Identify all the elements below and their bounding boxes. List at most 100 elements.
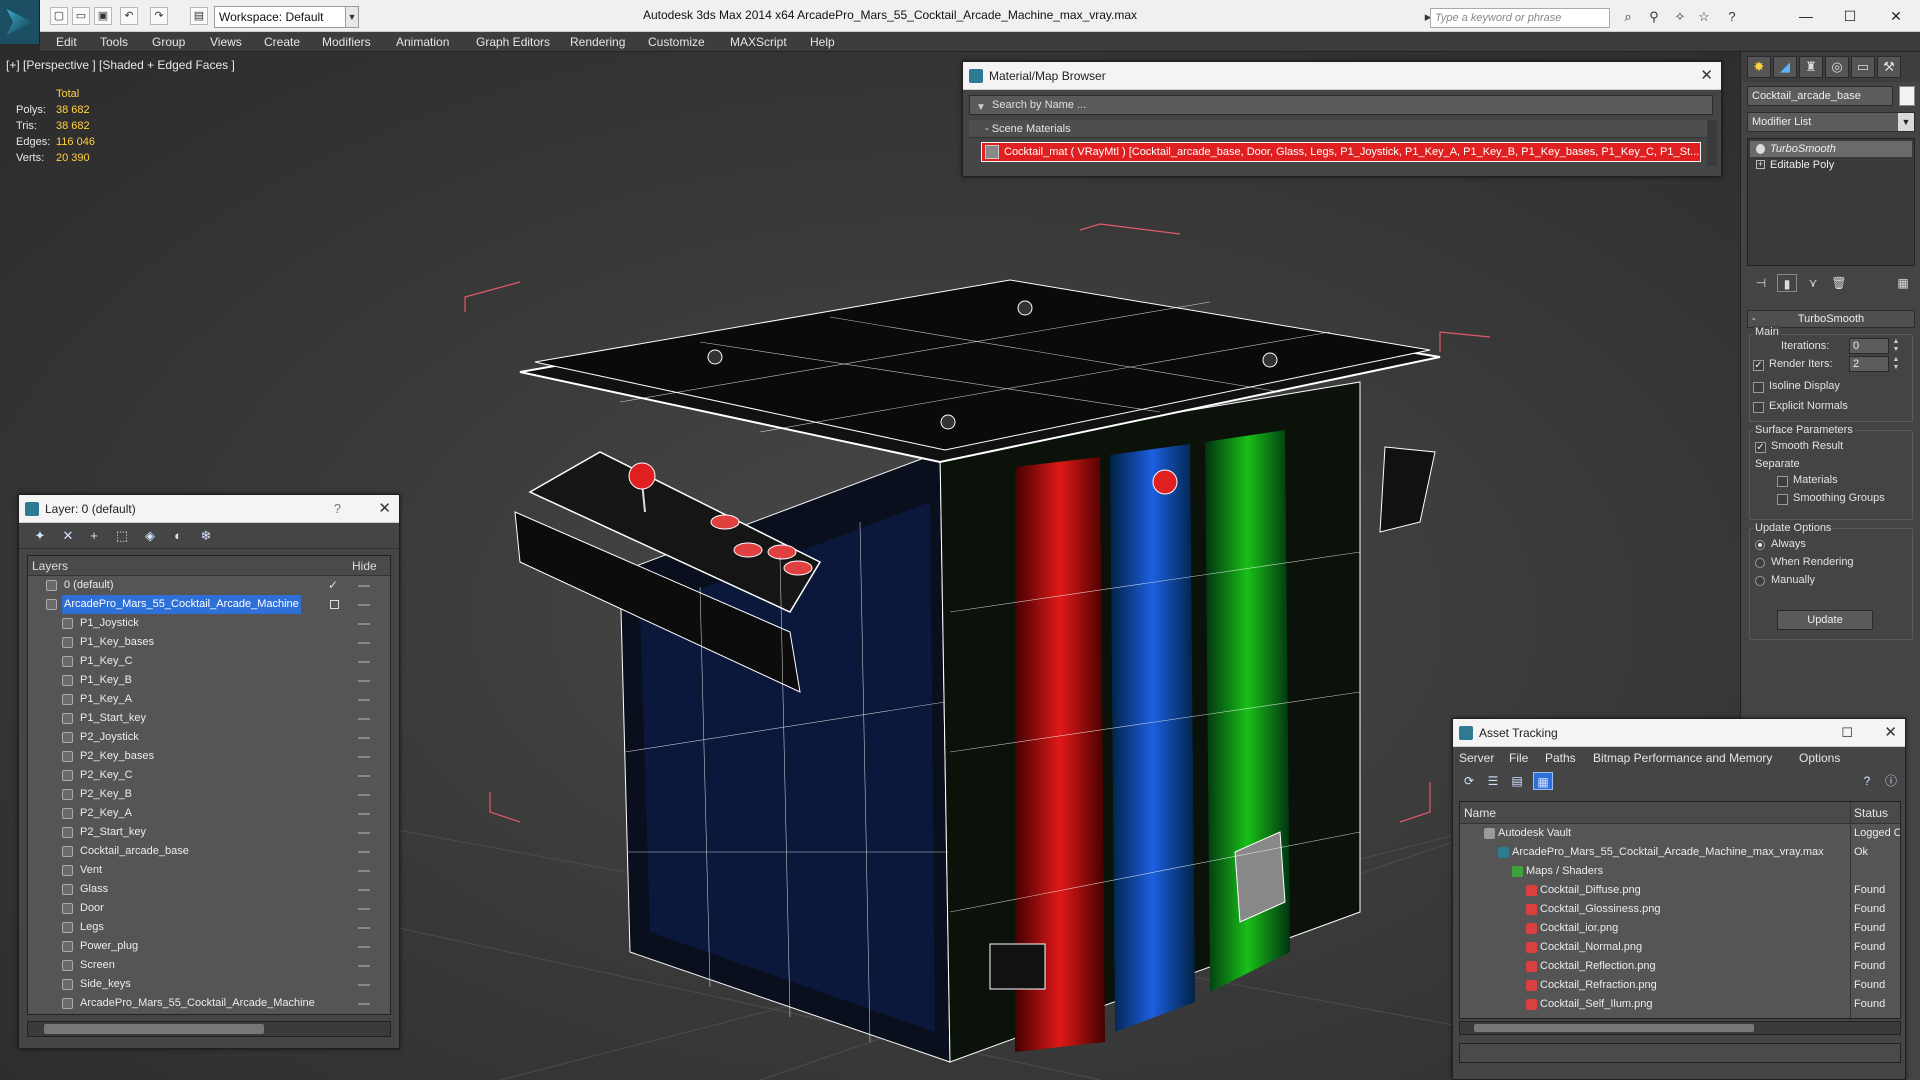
layer-row[interactable]: Glass [28, 880, 390, 899]
col-hide[interactable]: Hide [352, 559, 377, 573]
project-folder-icon[interactable]: ▤ [190, 7, 208, 25]
favorites-icon[interactable]: ☆ [1696, 9, 1712, 25]
col-layers[interactable]: Layers [32, 559, 68, 573]
maximize-icon[interactable]: ☐ [1828, 4, 1872, 28]
layer-row[interactable]: P2_Key_bases [28, 747, 390, 766]
asset-menu-server[interactable]: Server [1459, 751, 1494, 765]
layer-row[interactable]: Vent [28, 861, 390, 880]
material-browser-titlebar[interactable]: Material/Map Browser ✕ [963, 62, 1721, 90]
search-input[interactable]: Type a keyword or phrase [1430, 8, 1610, 28]
save-icon[interactable]: ▣ [94, 7, 112, 25]
hide-toggle[interactable] [358, 946, 370, 948]
close-icon[interactable]: ✕ [1874, 4, 1918, 28]
hide-toggle[interactable] [358, 775, 370, 777]
triangle-down-icon[interactable]: ▼ [976, 99, 986, 117]
layer-row[interactable]: P1_Key_A [28, 690, 390, 709]
layer-row[interactable]: P2_Key_C [28, 766, 390, 785]
binoculars-icon[interactable]: ⌕ [1620, 9, 1636, 25]
refresh-icon[interactable]: ⟳ [1459, 772, 1479, 790]
app-logo[interactable] [0, 0, 40, 44]
menu-views[interactable]: Views [210, 35, 242, 49]
col-name[interactable]: Name [1464, 806, 1496, 820]
asset-row[interactable]: Maps / Shaders [1460, 862, 1900, 881]
layer-titlebar[interactable]: Layer: 0 (default) ? ✕ [19, 495, 399, 523]
layer-row[interactable]: P1_Start_key [28, 709, 390, 728]
layer-row[interactable]: P1_Key_bases [28, 633, 390, 652]
spinner-arrows-icon[interactable]: ▲ ▼ [1891, 338, 1901, 354]
object-name-field[interactable]: Cocktail_arcade_base [1747, 86, 1893, 106]
menu-modifiers[interactable]: Modifiers [322, 35, 371, 49]
explicit-normals-checkbox[interactable] [1753, 402, 1764, 413]
layer-row[interactable]: Cocktail_arcade_base [28, 842, 390, 861]
spinner-arrows-icon[interactable]: ▲ ▼ [1891, 356, 1901, 372]
minimize-icon[interactable]: — [1784, 4, 1828, 28]
expand-icon[interactable]: + [1756, 160, 1765, 169]
layer-row[interactable]: P1_Key_B [28, 671, 390, 690]
scroll-thumb[interactable] [1474, 1024, 1754, 1032]
help-icon[interactable]: ? [1724, 9, 1740, 25]
asset-row[interactable]: ArcadePro_Mars_55_Cocktail_Arcade_Machin… [1460, 843, 1900, 862]
layer-row[interactable]: Door [28, 899, 390, 918]
materials-checkbox[interactable] [1777, 476, 1788, 487]
render-iters-checkbox[interactable]: ✓ [1753, 360, 1764, 371]
hide-toggle[interactable] [358, 794, 370, 796]
layer-row[interactable]: Legs [28, 918, 390, 937]
update-button[interactable]: Update [1777, 610, 1873, 630]
help-icon[interactable]: ? [334, 495, 341, 523]
asset-menu-paths[interactable]: Paths [1545, 751, 1576, 765]
menu-rendering[interactable]: Rendering [570, 35, 625, 49]
material-search-input[interactable]: ▼ Search by Name ... [969, 95, 1713, 115]
layer-row[interactable]: Side_keys [28, 975, 390, 994]
viewport-label[interactable]: [+] [Perspective ] [Shaded + Edged Faces… [6, 58, 235, 72]
material-scrollbar[interactable] [1707, 120, 1717, 166]
asset-row[interactable]: Cocktail_Self_Ilum.png Found [1460, 995, 1900, 1014]
lightbulb-icon[interactable] [1756, 144, 1765, 154]
asset-row[interactable]: Cocktail_Reflection.png Found [1460, 957, 1900, 976]
asset-row[interactable]: Cocktail_Glossiness.png Found [1460, 900, 1900, 919]
layer-row[interactable]: P1_Joystick [28, 614, 390, 633]
hide-toggle[interactable] [358, 661, 370, 663]
hide-toggle[interactable] [358, 1003, 370, 1005]
maximize-icon[interactable]: ☐ [1841, 719, 1853, 747]
hide-toggle[interactable] [358, 832, 370, 834]
hide-toggle[interactable] [358, 984, 370, 986]
hide-all-icon[interactable]: ◐ [169, 528, 187, 544]
manually-radio[interactable] [1755, 576, 1765, 586]
layer-row[interactable]: P2_Key_B [28, 785, 390, 804]
utilities-tab-icon[interactable]: ⚒ [1877, 56, 1901, 78]
layer-row[interactable]: P1_Key_C [28, 652, 390, 671]
close-icon[interactable]: ✕ [1884, 719, 1897, 747]
menu-group[interactable]: Group [152, 35, 185, 49]
hide-toggle-icon[interactable] [330, 600, 339, 609]
col-status[interactable]: Status [1854, 806, 1888, 820]
close-icon[interactable]: ✕ [1700, 62, 1713, 90]
smooth-result-checkbox[interactable]: ✓ [1755, 442, 1766, 453]
create-tab-icon[interactable]: ✸ [1747, 56, 1771, 78]
stack-item-editable-poly[interactable]: + Editable Poly [1750, 157, 1912, 173]
layer-row[interactable]: P2_Joystick [28, 728, 390, 747]
isoline-checkbox[interactable] [1753, 382, 1764, 393]
layer-row[interactable]: 0 (default) ✓ [28, 576, 390, 595]
always-radio[interactable] [1755, 540, 1765, 550]
vault-help-icon[interactable]: ? [1857, 772, 1877, 790]
layer-row[interactable]: P2_Start_key [28, 823, 390, 842]
select-objects-icon[interactable]: ⬚ [113, 528, 131, 544]
make-unique-icon[interactable]: ⋎ [1803, 274, 1823, 292]
info-icon[interactable]: ⓘ [1881, 772, 1901, 790]
hide-toggle[interactable] [358, 642, 370, 644]
asset-row[interactable]: Cocktail_Normal.png Found [1460, 938, 1900, 957]
hide-toggle[interactable] [358, 851, 370, 853]
asset-tracking-titlebar[interactable]: Asset Tracking ☐ ✕ [1453, 719, 1905, 747]
undo-icon[interactable]: ↶ [120, 7, 138, 25]
menu-tools[interactable]: Tools [100, 35, 128, 49]
hide-toggle[interactable] [358, 927, 370, 929]
asset-menu-file[interactable]: File [1509, 751, 1528, 765]
communication-icon[interactable]: ✧ [1672, 9, 1688, 25]
smoothing-groups-checkbox[interactable] [1777, 494, 1788, 505]
menu-graph-editors[interactable]: Graph Editors [476, 35, 550, 49]
show-end-result-icon[interactable]: ▮ [1777, 274, 1797, 292]
add-icon[interactable]: + [85, 528, 103, 544]
menu-animation[interactable]: Animation [396, 35, 449, 49]
asset-menu-options[interactable]: Options [1799, 751, 1840, 765]
tree-view-icon[interactable]: ▤ [1507, 772, 1527, 790]
